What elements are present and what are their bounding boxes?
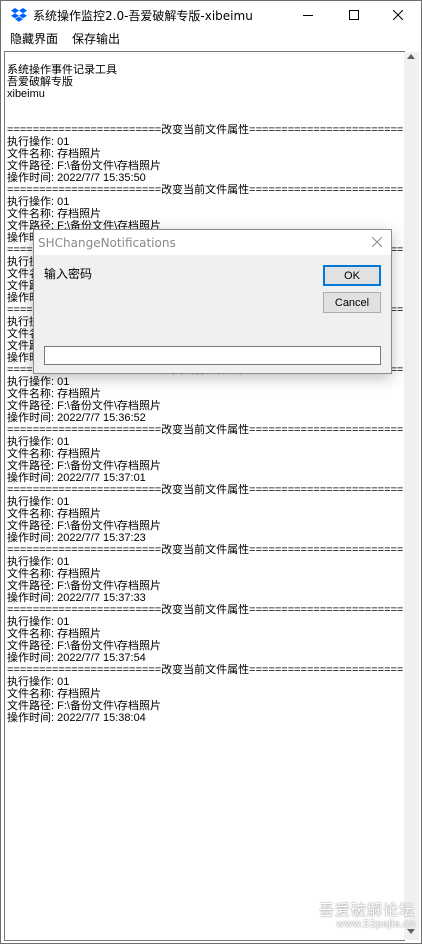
- log-line: 文件路径: F:\备份文件\存档照片: [7, 400, 161, 412]
- log-line: ========================改变当前文件属性========…: [7, 184, 404, 196]
- ok-button[interactable]: OK: [323, 265, 381, 286]
- maximize-button[interactable]: [331, 1, 377, 29]
- log-line: ========================改变当前文件属性========…: [7, 124, 404, 136]
- log-line: 文件名称: 存档照片: [7, 448, 102, 460]
- main-window: 系统操作监控2.0-吾爱破解专版-xibeimu 隐藏界面 保存输出 系统操作事…: [0, 0, 422, 944]
- log-line: 操作时间: 2022/7/7 15:36:52: [7, 412, 146, 424]
- dialog-title: SHChangeNotifications: [38, 235, 176, 250]
- password-input[interactable]: [44, 346, 381, 365]
- log-line: 系统操作事件记录工具: [7, 64, 117, 76]
- menu-hide-interface[interactable]: 隐藏界面: [1, 29, 65, 49]
- log-line: 文件名称: 存档照片: [7, 508, 102, 520]
- scroll-up-arrow-icon[interactable]: [407, 54, 415, 59]
- log-line: 操作时间: 2022/7/7 15:35:50: [7, 172, 146, 184]
- log-line: 文件路径: F:\备份文件\存档照片: [7, 160, 161, 172]
- log-line: 文件名称: 存档照片: [7, 568, 102, 580]
- log-line: ========================改变当前文件属性========…: [7, 664, 404, 676]
- log-line: 文件路径: F:\备份文件\存档照片: [7, 460, 161, 472]
- dialog-title-bar[interactable]: SHChangeNotifications: [34, 230, 391, 255]
- close-button[interactable]: [375, 1, 421, 29]
- log-line: 文件名称: 存档照片: [7, 388, 102, 400]
- dropbox-box-icon: [11, 7, 27, 23]
- log-line: 操作时间: 2022/7/7 15:37:54: [7, 652, 146, 664]
- vertical-scrollbar[interactable]: [404, 52, 419, 940]
- watermark-url: www.52pojie.cn: [336, 919, 415, 930]
- log-content: 系统操作事件记录工具 吾爱破解专版 xibeimu =================…: [7, 64, 404, 724]
- log-line: 文件名称: 存档照片: [7, 148, 102, 160]
- log-line: 文件名称: 存档照片: [7, 688, 102, 700]
- log-line: 操作时间: 2022/7/7 15:37:23: [7, 532, 146, 544]
- minimize-button[interactable]: [285, 1, 331, 29]
- log-line: 操作时间: 2022/7/7 15:37:01: [7, 472, 146, 484]
- log-line: 执行操作: 01: [7, 556, 70, 568]
- dialog-prompt: 输入密码: [44, 267, 93, 281]
- log-line: 操作时间: 2022/7/7 15:37:33: [7, 592, 146, 604]
- log-text-area[interactable]: 系统操作事件记录工具 吾爱破解专版 xibeimu =================…: [4, 51, 405, 941]
- watermark-title: 吾爱破解论坛: [318, 901, 415, 919]
- log-line: 执行操作: 01: [7, 196, 70, 208]
- close-icon: [372, 237, 382, 247]
- cancel-button[interactable]: Cancel: [323, 292, 381, 313]
- log-line: 操作时间: 2022/7/7 15:38:04: [7, 712, 146, 724]
- log-line: 文件路径: F:\备份文件\存档照片: [7, 640, 161, 652]
- log-line: ========================改变当前文件属性========…: [7, 424, 404, 436]
- menu-bar: 隐藏界面 保存输出: [1, 29, 421, 49]
- log-line: ========================改变当前文件属性========…: [7, 484, 404, 496]
- log-line: 文件路径: F:\备份文件\存档照片: [7, 580, 161, 592]
- log-line: 执行操作: 01: [7, 676, 70, 688]
- log-line: 文件路径: F:\备份文件\存档照片: [7, 700, 161, 712]
- watermark: 吾爱破解论坛 www.52pojie.cn: [295, 901, 415, 935]
- log-line: 执行操作: 01: [7, 436, 70, 448]
- title-bar[interactable]: 系统操作监控2.0-吾爱破解专版-xibeimu: [1, 1, 421, 29]
- log-line: 文件路径: F:\备份文件\存档照片: [7, 520, 161, 532]
- log-line: xibeimu: [7, 88, 45, 100]
- log-line: 执行操作: 01: [7, 616, 70, 628]
- window-title: 系统操作监控2.0-吾爱破解专版-xibeimu: [33, 8, 253, 23]
- log-line: 文件名称: 存档照片: [7, 628, 102, 640]
- close-icon: [393, 10, 403, 20]
- log-line: 文件名称: 存档照片: [7, 208, 102, 220]
- log-line: ========================改变当前文件属性========…: [7, 544, 404, 556]
- log-line: 执行操作: 01: [7, 376, 70, 388]
- minimize-icon: [303, 15, 313, 16]
- log-line: ========================改变当前文件属性========…: [7, 604, 404, 616]
- log-line: 执行操作: 01: [7, 496, 70, 508]
- dialog-close-button[interactable]: [369, 234, 385, 250]
- password-dialog: SHChangeNotifications 输入密码 OK Cancel: [33, 229, 392, 374]
- log-line: 吾爱破解专版: [7, 76, 73, 88]
- log-line: 执行操作: 01: [7, 136, 70, 148]
- maximize-icon: [349, 10, 359, 20]
- menu-save-output[interactable]: 保存输出: [65, 29, 127, 49]
